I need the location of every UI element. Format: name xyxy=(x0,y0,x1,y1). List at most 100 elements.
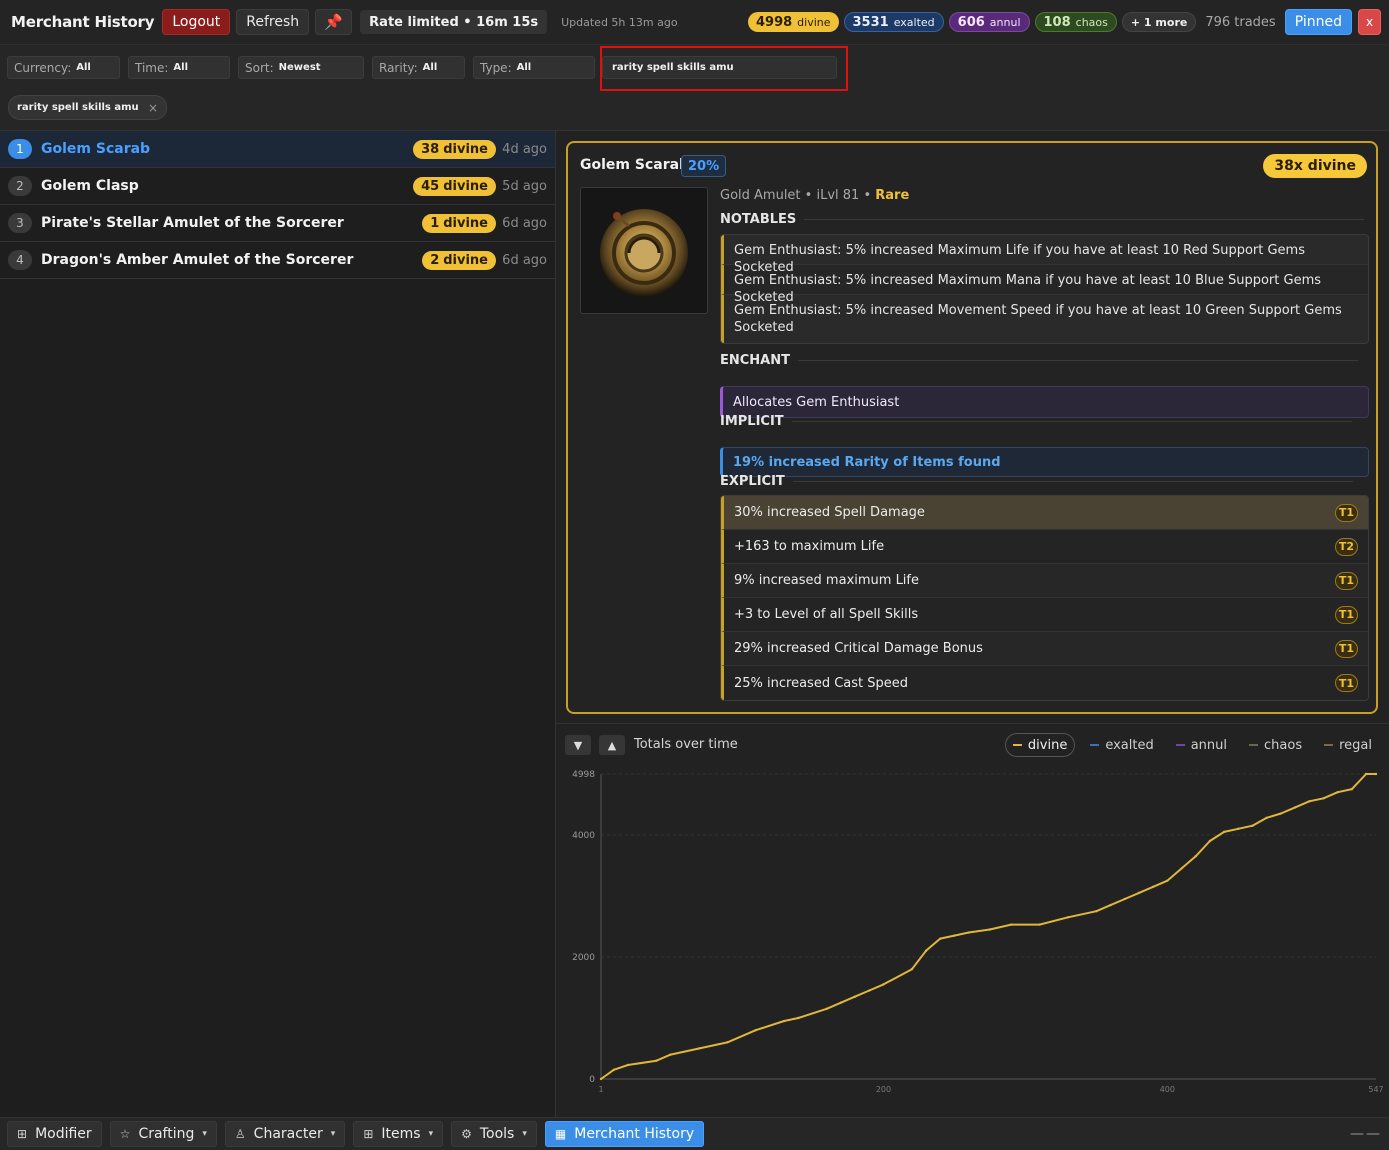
notable-mod: Gem Enthusiast: 5% increased Movement Sp… xyxy=(721,295,1368,343)
legend-chaos[interactable]: chaos xyxy=(1242,733,1309,757)
time-filter[interactable]: Time: All xyxy=(128,56,230,79)
search-chip[interactable]: rarity spell skills amu × xyxy=(8,95,167,120)
item-title: Golem Scarab xyxy=(580,157,690,173)
updated-text: Updated 5h 13m ago xyxy=(561,15,678,29)
triangle-down-icon: ▼ xyxy=(573,738,583,752)
currency-badge-annul: 606 annul xyxy=(948,12,1030,32)
section-label: NOTABLES xyxy=(720,212,797,227)
price-badge: 45 divine xyxy=(413,176,496,196)
item-age: 6d ago xyxy=(502,215,547,231)
data-point xyxy=(782,1019,786,1023)
collapse-chart-button[interactable]: ▼ xyxy=(565,735,591,755)
grid-icon: ⊞ xyxy=(17,1127,28,1141)
list-item[interactable]: 3 Pirate's Stellar Amulet of the Sorcere… xyxy=(0,205,555,242)
chevron-down-icon: ▾ xyxy=(522,1129,527,1139)
tab-label: Modifier xyxy=(35,1126,92,1142)
item-index: 4 xyxy=(8,250,32,270)
refresh-button[interactable]: Refresh xyxy=(236,9,310,35)
item-index: 2 xyxy=(8,176,32,196)
data-point xyxy=(1180,867,1183,870)
price-amount: 45 xyxy=(421,178,440,194)
legend-divine[interactable]: divine xyxy=(1004,733,1076,757)
data-point xyxy=(1010,923,1013,926)
expand-chart-button[interactable]: ▲ xyxy=(599,735,625,755)
person-icon: ♙ xyxy=(234,1127,246,1141)
chip-close-icon[interactable]: × xyxy=(148,101,158,115)
tools-tab[interactable]: ⚙ Tools ▾ xyxy=(451,1121,537,1147)
x-tick-label: 200 xyxy=(876,1085,891,1094)
item-rarity: Rare xyxy=(875,188,910,203)
filter-label: Sort: xyxy=(245,60,274,75)
explicit-list: 30% increased Spell Damage T1 +163 to max… xyxy=(720,495,1369,701)
section-label: IMPLICIT xyxy=(720,414,784,429)
filter-value: All xyxy=(76,62,91,73)
data-point xyxy=(1322,797,1325,800)
price-badge: 1 divine xyxy=(422,213,496,233)
logout-button[interactable]: Logout xyxy=(162,9,231,35)
data-point xyxy=(1374,772,1378,776)
price-currency: divine xyxy=(443,215,488,231)
mod-text: 25% increased Cast Speed xyxy=(734,675,909,691)
notable-mod: Gem Enthusiast: 5% increased Maximum Man… xyxy=(721,265,1368,305)
item-name: Dragon's Amber Amulet of the Sorcerer xyxy=(41,252,354,268)
close-button[interactable]: x xyxy=(1358,9,1381,35)
merchant-history-tab[interactable]: ▦ Merchant History xyxy=(544,1121,705,1147)
sort-filter[interactable]: Sort: Newest xyxy=(238,56,364,79)
tier-badge: T1 xyxy=(1335,639,1358,658)
chart-legend: divine exalted annul chaos regal xyxy=(1004,733,1379,757)
data-point xyxy=(1166,879,1169,882)
list-item[interactable]: 4 Dragon's Amber Amulet of the Sorcerer … xyxy=(0,242,555,279)
data-point xyxy=(924,949,928,953)
tab-label: Items xyxy=(381,1126,421,1142)
data-point xyxy=(655,1059,658,1062)
filter-value: All xyxy=(516,62,532,73)
chart-title: Totals over time xyxy=(634,737,738,752)
search-input[interactable]: rarity spell skills amu xyxy=(602,56,837,79)
drag-handle-icon[interactable]: —— xyxy=(1350,1126,1382,1142)
currency-name: chaos xyxy=(1075,15,1108,29)
data-point xyxy=(726,1041,729,1044)
currency-badge-divine: 4998 divine xyxy=(747,12,839,32)
list-item[interactable]: 2 Golem Clasp 45 divine 5d ago xyxy=(0,168,555,205)
pin-icon: 📌 xyxy=(324,13,343,31)
data-point xyxy=(1251,824,1254,827)
item-image xyxy=(580,187,708,314)
item-name: Pirate's Stellar Amulet of the Sorcerer xyxy=(41,215,344,231)
tab-label: Merchant History xyxy=(574,1126,695,1142)
legend-annul[interactable]: annul xyxy=(1169,733,1234,757)
legend-swatch xyxy=(1324,744,1334,746)
currency-name: annul xyxy=(989,15,1021,29)
section-label: ENCHANT xyxy=(720,353,790,368)
character-tab[interactable]: ♙ Character ▾ xyxy=(224,1121,346,1147)
data-point xyxy=(868,989,871,992)
filter-bar: Currency: All Time: All Sort: Newest Rarity… xyxy=(0,45,1389,131)
rate-limit-badge: Rate limited • 16m 15s xyxy=(360,10,548,34)
modifier-tab[interactable]: ⊞ Modifier xyxy=(7,1121,102,1147)
list-item[interactable]: 1 Golem Scarab 38 divine 4d ago xyxy=(0,131,555,168)
legend-exalted[interactable]: exalted xyxy=(1083,733,1160,757)
top-bar: Merchant History Logout Refresh 📌 Rate l… xyxy=(0,0,1389,45)
legend-regal[interactable]: regal xyxy=(1317,733,1379,757)
currency-amount: 3531 xyxy=(852,14,889,30)
rarity-filter[interactable]: Rarity: All xyxy=(372,56,465,79)
currency-amount: 606 xyxy=(957,14,985,30)
filter-label: Currency: xyxy=(14,60,72,75)
crafting-tab[interactable]: ☆ Crafting ▾ xyxy=(109,1121,217,1147)
pin-button[interactable]: 📌 xyxy=(315,9,353,35)
more-currencies-button[interactable]: + 1 more xyxy=(1121,12,1197,32)
data-point xyxy=(1308,800,1311,803)
type-filter[interactable]: Type: All xyxy=(473,56,595,79)
currency-filter[interactable]: Currency: All xyxy=(7,56,120,79)
items-tab[interactable]: ⊞ Items ▾ xyxy=(353,1121,444,1147)
legend-label: exalted xyxy=(1105,737,1154,753)
currency-amount: 108 xyxy=(1043,14,1071,30)
grid-icon: ⊞ xyxy=(363,1127,374,1141)
data-point xyxy=(754,1028,757,1032)
data-point xyxy=(1123,897,1126,901)
data-point xyxy=(1151,885,1155,888)
pinned-button[interactable]: Pinned xyxy=(1284,9,1352,35)
detail-panel: Golem Scarab 20% 38x divine Gold Amulet … xyxy=(556,131,1389,1117)
filter-label: Type: xyxy=(480,60,512,75)
currency-name: exalted xyxy=(893,15,935,29)
item-index: 1 xyxy=(8,139,32,159)
